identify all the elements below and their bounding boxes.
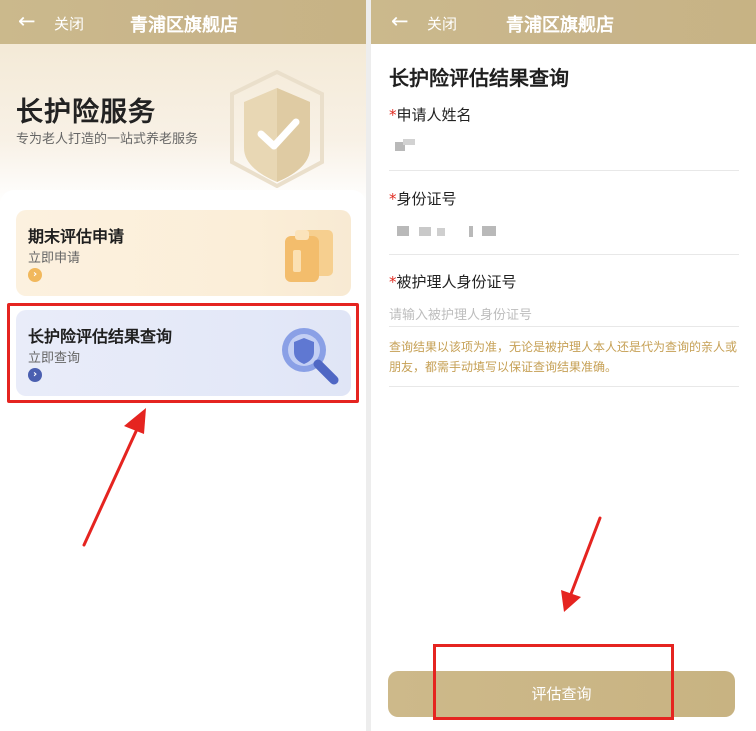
annotation-arrow: [82, 408, 146, 547]
right-screen: ← 关闭 青浦区旗舰店 长护险评估结果查询 *申请人姓名 *身份证号 *被护理人…: [371, 0, 756, 731]
annotation-arrow: [561, 516, 602, 612]
left-screen: ← 关闭 青浦区旗舰店 长护险服务 专为老人打造的一站式养老服务 期末评估申请 …: [0, 0, 366, 731]
